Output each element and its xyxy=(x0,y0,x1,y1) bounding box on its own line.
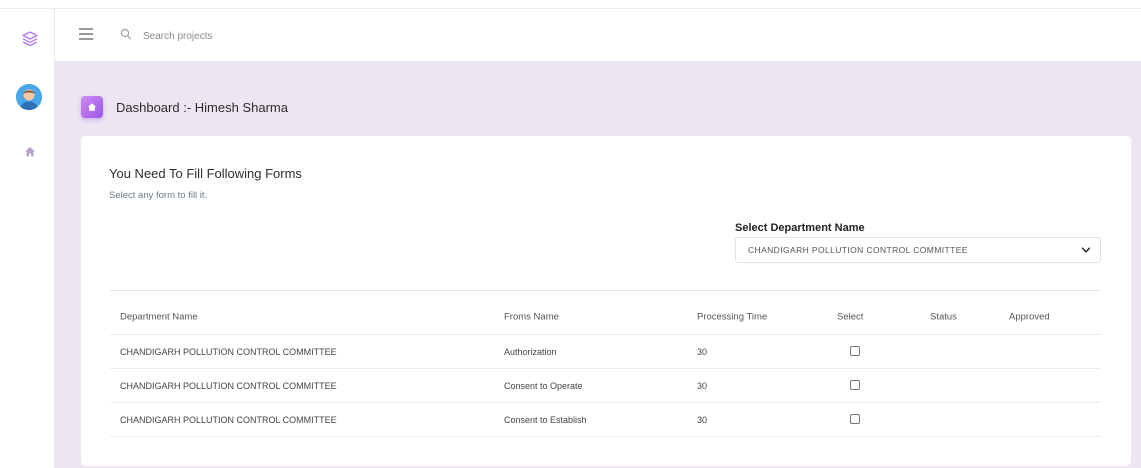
col-header-form: Froms Name xyxy=(504,311,559,323)
page-title: Dashboard :- Himesh Sharma xyxy=(116,99,288,115)
page-home-badge xyxy=(81,96,103,118)
main-content: Dashboard :- Himesh Sharma You Need To F… xyxy=(55,61,1141,468)
table-row[interactable]: CHANDIGARH POLLUTION CONTROL COMMITTEE C… xyxy=(110,369,1101,403)
department-select-label: Select Department Name xyxy=(735,222,865,234)
department-cell: CHANDIGARH POLLUTION CONTROL COMMITTEE xyxy=(120,414,337,425)
form-name-cell: Consent to Operate xyxy=(504,380,583,391)
forms-card: You Need To Fill Following Forms Select … xyxy=(81,136,1131,466)
table-row[interactable]: CHANDIGARH POLLUTION CONTROL COMMITTEE C… xyxy=(110,403,1101,437)
department-select[interactable]: CHANDIGARH POLLUTION CONTROL COMMITTEE xyxy=(735,237,1101,263)
card-subtitle: Select any form to fill it. xyxy=(109,190,208,201)
search-icon xyxy=(120,28,132,40)
col-header-department: Department Name xyxy=(120,311,198,323)
form-name-cell: Consent to Establish xyxy=(504,414,587,425)
department-select-value: CHANDIGARH POLLUTION CONTROL COMMITTEE xyxy=(748,245,968,255)
menu-toggle-button[interactable] xyxy=(79,28,93,40)
hamburger-line xyxy=(79,33,93,35)
table-row[interactable]: CHANDIGARH POLLUTION CONTROL COMMITTEE A… xyxy=(110,335,1101,369)
col-header-approved: Approved xyxy=(1009,311,1050,323)
layers-logo-icon[interactable] xyxy=(21,30,39,48)
home-icon xyxy=(87,103,97,111)
forms-table: Department Name Froms Name Processing Ti… xyxy=(110,290,1101,437)
top-border xyxy=(0,0,1141,9)
select-checkbox[interactable] xyxy=(850,413,860,424)
search-input[interactable] xyxy=(141,26,405,46)
hamburger-line xyxy=(79,38,93,40)
form-name-cell: Authorization xyxy=(504,346,557,357)
avatar[interactable] xyxy=(16,84,42,110)
col-header-status: Status xyxy=(930,311,957,323)
col-header-select: Select xyxy=(837,311,864,323)
department-cell: CHANDIGARH POLLUTION CONTROL COMMITTEE xyxy=(120,346,337,357)
card-title: You Need To Fill Following Forms xyxy=(109,166,302,181)
processing-time-cell: 30 xyxy=(697,380,708,391)
user-avatar-icon xyxy=(16,84,42,110)
chevron-down-icon xyxy=(1081,247,1091,253)
table-header-row: Department Name Froms Name Processing Ti… xyxy=(110,291,1101,335)
select-checkbox[interactable] xyxy=(850,379,860,390)
home-icon[interactable] xyxy=(24,146,36,158)
top-header xyxy=(55,9,1141,61)
hamburger-line xyxy=(79,28,93,30)
select-checkbox[interactable] xyxy=(850,345,860,356)
processing-time-cell: 30 xyxy=(697,414,708,425)
processing-time-cell: 30 xyxy=(697,346,708,357)
page-header: Dashboard :- Himesh Sharma xyxy=(81,95,288,119)
col-header-processing-time: Processing Time xyxy=(697,311,768,323)
department-cell: CHANDIGARH POLLUTION CONTROL COMMITTEE xyxy=(120,380,337,391)
sidebar xyxy=(0,9,55,468)
